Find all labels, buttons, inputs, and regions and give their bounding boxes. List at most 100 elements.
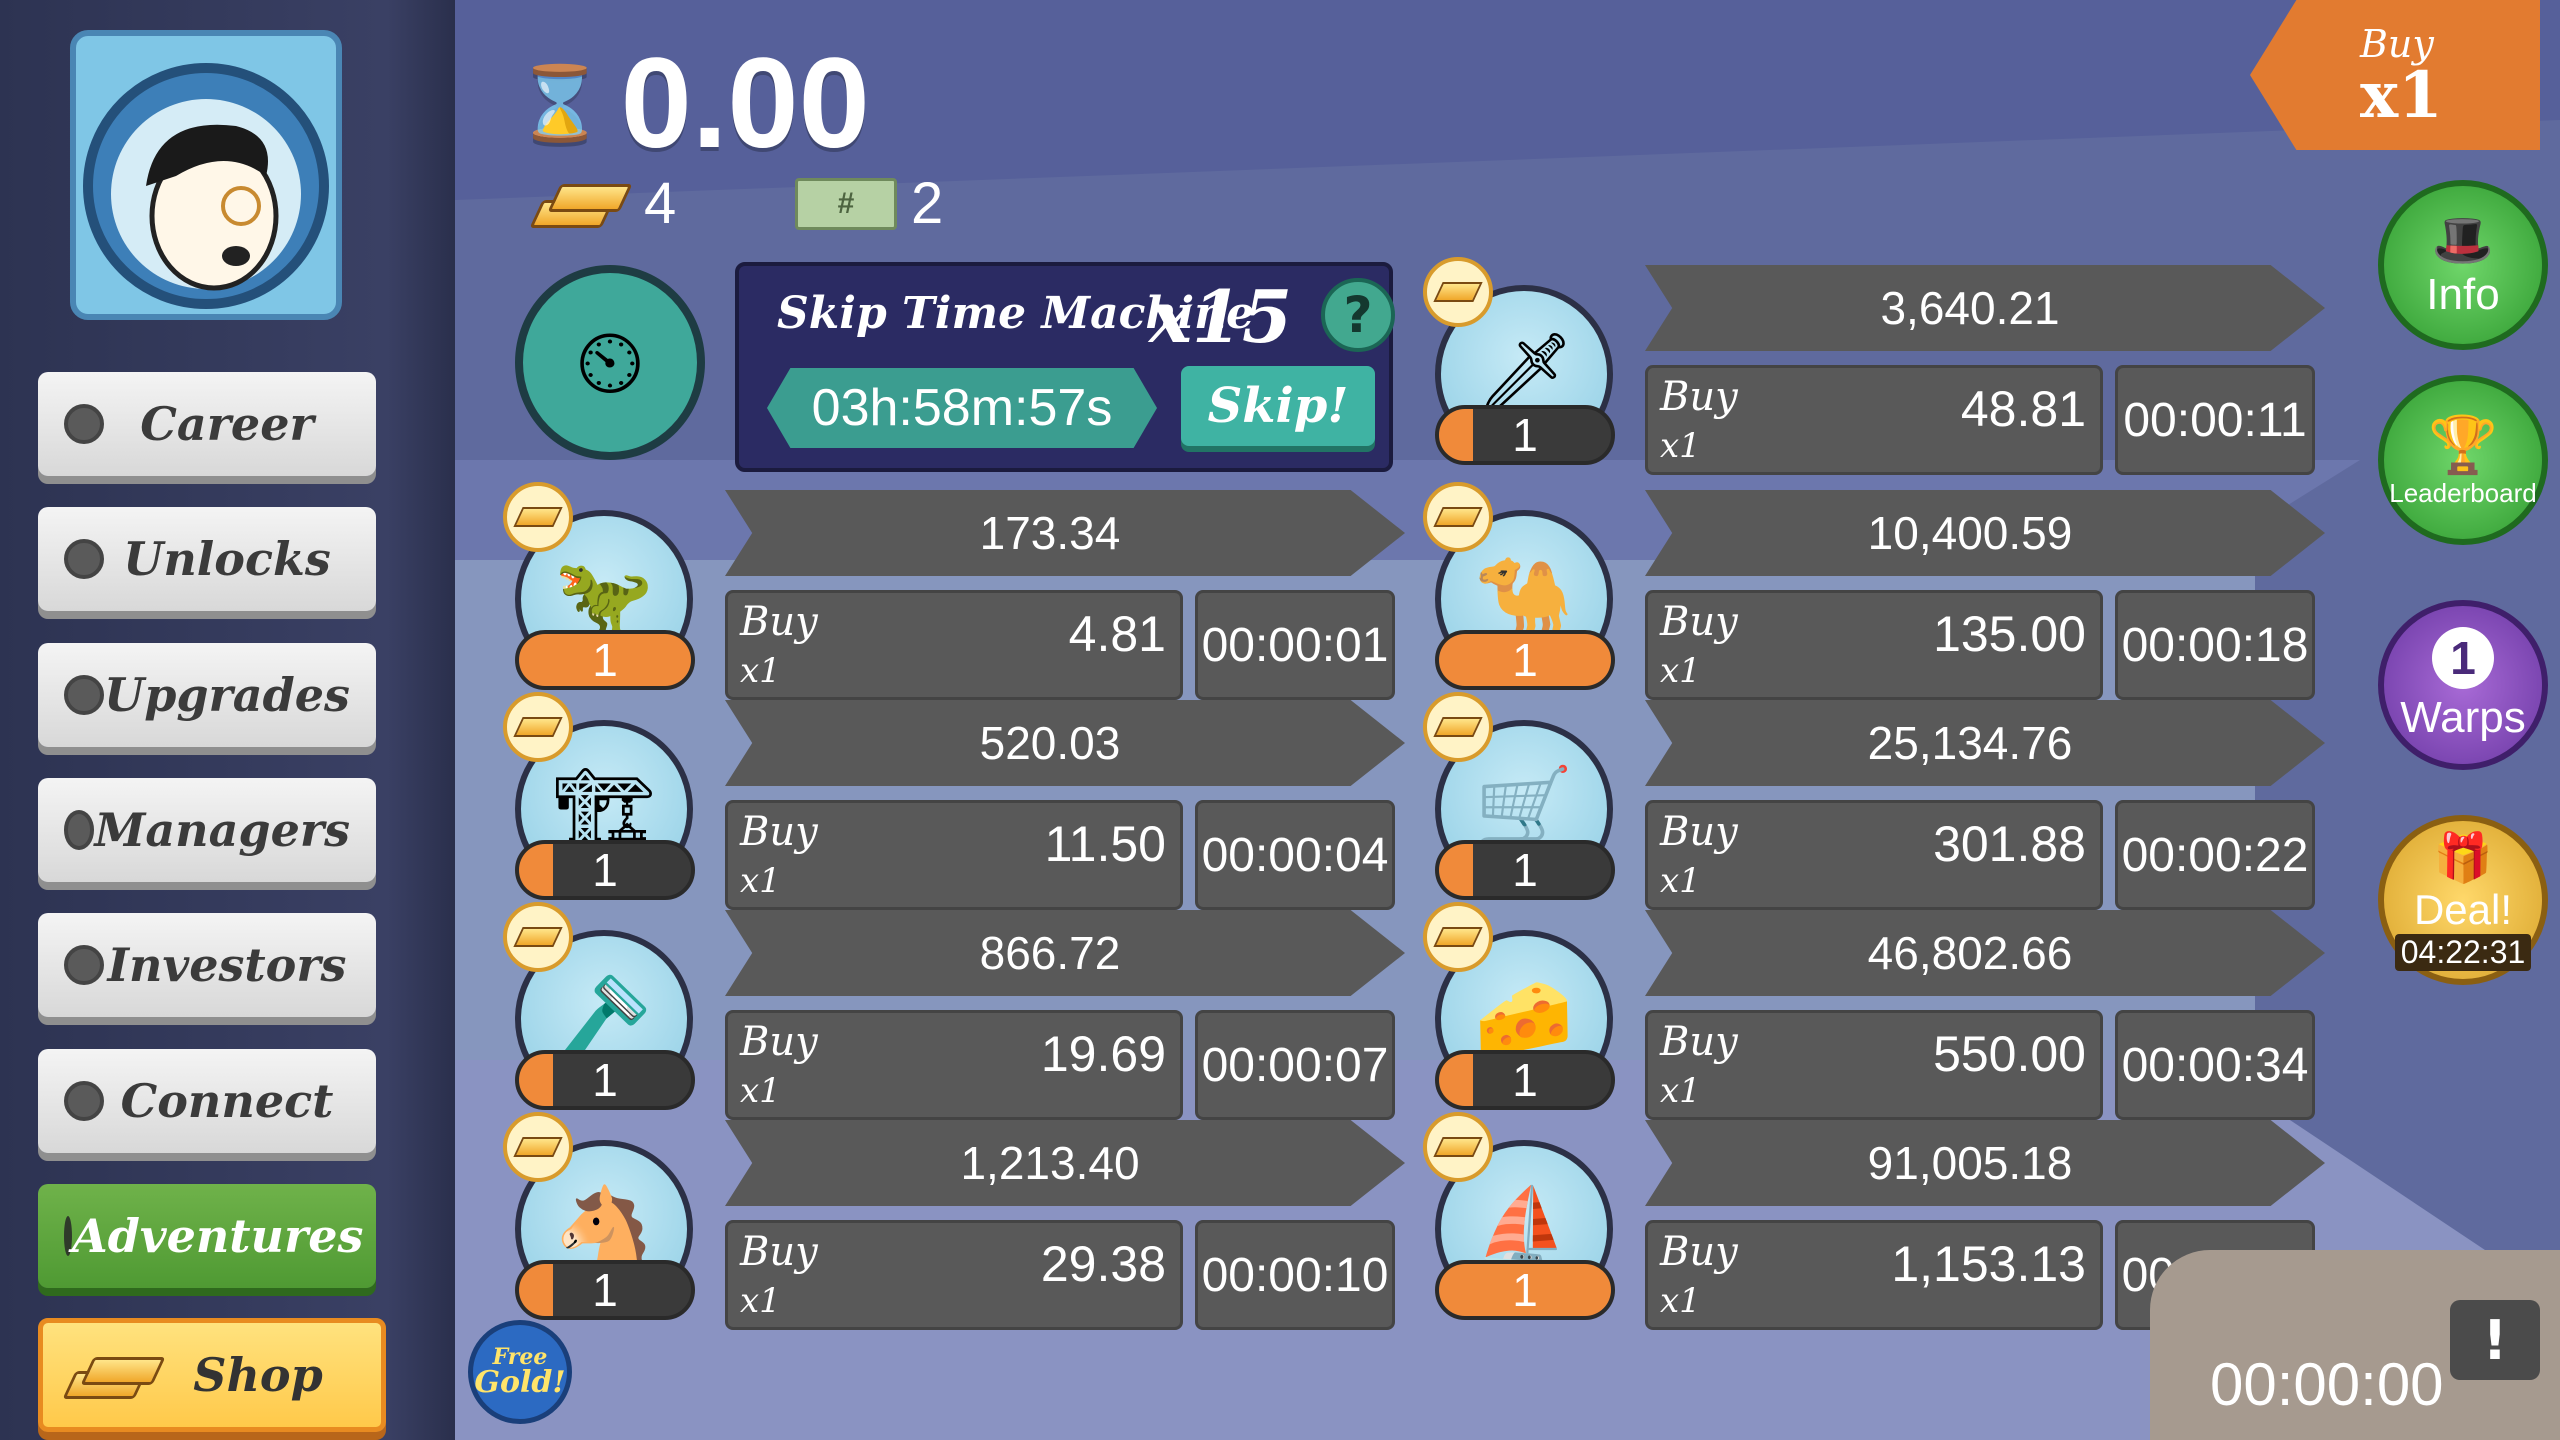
- owned-count: 1: [592, 844, 618, 896]
- nav-shop[interactable]: Shop: [38, 1318, 386, 1432]
- gold-coin-icon[interactable]: [1423, 902, 1493, 972]
- nav-career[interactable]: Career: [38, 372, 376, 476]
- buy-cost: 48.81: [1960, 381, 2086, 437]
- buy-button[interactable]: Buy x1 4.81: [725, 590, 1183, 700]
- buy-button[interactable]: Buy x1 48.81: [1645, 365, 2103, 475]
- warps-button[interactable]: 1 Warps: [2378, 600, 2548, 770]
- buy-label: Buy: [740, 1229, 818, 1275]
- business-row: 🐪 1 10,400.59 Buy x1 135.00 00:00:18: [1423, 482, 2335, 700]
- buy-cost: 1,153.13: [1891, 1236, 2086, 1292]
- owned-count: 1: [1512, 1264, 1538, 1316]
- buy-cost: 11.50: [1044, 816, 1166, 872]
- cash-value: 0.00: [620, 32, 870, 175]
- leaderboard-label: Leaderboard: [2389, 477, 2537, 508]
- nav-indicator: [64, 810, 95, 850]
- gold-count: 4: [644, 171, 677, 236]
- business-row: 🏗 1 520.03 Buy x1 11.50 00:00:04: [503, 692, 1415, 910]
- nav-unlocks[interactable]: Unlocks: [38, 507, 376, 611]
- buy-button[interactable]: Buy x1 29.38: [725, 1220, 1183, 1330]
- nav-label: Adventures: [72, 1209, 364, 1263]
- buy-button[interactable]: Buy x1 11.50: [725, 800, 1183, 910]
- buy-button[interactable]: Buy x1 1,153.13: [1645, 1220, 2103, 1330]
- ticket-icon: #: [795, 177, 897, 230]
- buy-cost: 29.38: [1040, 1236, 1166, 1292]
- owned-progress: 1: [515, 1050, 695, 1110]
- buy-button[interactable]: Buy x1 550.00: [1645, 1010, 2103, 1120]
- owned-progress: 1: [515, 840, 695, 900]
- nav-managers[interactable]: Managers: [38, 778, 376, 882]
- gold-counter: 4: [529, 170, 677, 237]
- tv-timer: 00:00:00: [2210, 1351, 2444, 1418]
- avatar[interactable]: [70, 30, 342, 320]
- time-machine-icon[interactable]: ⏲: [515, 265, 705, 460]
- tv-alert-icon[interactable]: !: [2450, 1300, 2540, 1380]
- nav-upgrades[interactable]: Upgrades: [38, 643, 376, 747]
- buy-multiplier-tag[interactable]: Buy x1: [2250, 0, 2540, 150]
- gold-coin-icon[interactable]: [1423, 482, 1493, 552]
- owned-count: 1: [592, 1054, 618, 1106]
- buy-button[interactable]: Buy x1 19.69: [725, 1010, 1183, 1120]
- buy-label: Buy: [740, 809, 818, 855]
- deal-label: Deal!: [2413, 886, 2513, 933]
- nav-indicator: [64, 539, 104, 579]
- nav-indicator: [64, 1216, 72, 1256]
- owned-count: 1: [592, 1264, 618, 1316]
- owned-count: 1: [1512, 634, 1538, 686]
- business-row: 🐴 1 1,213.40 Buy x1 29.38 00:00:10: [503, 1112, 1415, 1330]
- top-hat-icon: 🎩: [2431, 211, 2495, 268]
- gold-coin-icon[interactable]: [503, 902, 573, 972]
- cycle-timer: 00:00:10: [1195, 1220, 1395, 1330]
- hourglass-icon: ⌛: [515, 64, 605, 144]
- nav-label: Investors: [107, 938, 347, 992]
- warps-label: Warps: [2400, 693, 2526, 742]
- info-button[interactable]: 🎩 Info: [2378, 180, 2548, 350]
- nav-indicator: [64, 945, 104, 985]
- gold-coin-icon[interactable]: [1423, 1112, 1493, 1182]
- gold-coin-icon[interactable]: [503, 692, 573, 762]
- buy-button[interactable]: Buy x1 135.00: [1645, 590, 2103, 700]
- buy-quantity: x1: [1660, 1281, 1701, 1321]
- nav-connect[interactable]: Connect: [38, 1049, 376, 1153]
- buy-cost: 135.00: [1933, 606, 2086, 662]
- buy-label: Buy: [1660, 1019, 1738, 1065]
- business-row: 🛒 1 25,134.76 Buy x1 301.88 00:00:22: [1423, 692, 2335, 910]
- buy-quantity: x1: [740, 861, 781, 901]
- cash-display: ⌛ 0.00: [515, 30, 870, 177]
- revenue-bar: 866.72: [725, 910, 1405, 996]
- buy-button[interactable]: Buy x1 301.88: [1645, 800, 2103, 910]
- buy-tag-multiplier: x1: [2360, 58, 2443, 133]
- buy-label: Buy: [1660, 1229, 1738, 1275]
- buy-quantity: x1: [740, 651, 781, 691]
- buy-quantity: x1: [1660, 426, 1701, 466]
- cycle-timer: 00:00:18: [2115, 590, 2315, 700]
- tickets-counter: # 2: [795, 170, 943, 237]
- free-gold-button[interactable]: Free Gold!: [468, 1320, 572, 1424]
- tickets-count: 2: [911, 171, 944, 236]
- skip-time-machine-panel: Skip Time Machine x15 ? 03h:58m:57s Skip…: [735, 262, 1395, 472]
- nav-investors[interactable]: Investors: [38, 913, 376, 1017]
- gold-coin-icon[interactable]: [1423, 257, 1493, 327]
- gold-coin-icon[interactable]: [503, 482, 573, 552]
- skip-multiplier: x15: [1149, 274, 1293, 359]
- deal-button[interactable]: 🎁 Deal! 04:22:31: [2378, 815, 2548, 985]
- gold-coin-icon[interactable]: [503, 1112, 573, 1182]
- nav-adventures[interactable]: Adventures: [38, 1184, 376, 1288]
- cycle-timer: 00:00:22: [2115, 800, 2315, 910]
- nav-indicator: [64, 404, 104, 444]
- help-icon[interactable]: ?: [1321, 278, 1395, 352]
- cycle-timer: 00:00:01: [1195, 590, 1395, 700]
- buy-cost: 301.88: [1933, 816, 2086, 872]
- revenue-bar: 25,134.76: [1645, 700, 2325, 786]
- leaderboard-button[interactable]: 🏆 Leaderboard: [2378, 375, 2548, 545]
- skip-button[interactable]: Skip!: [1181, 366, 1375, 446]
- nav-label: Career: [140, 397, 314, 451]
- tv-ad-panel[interactable]: 00:00:00 !: [2150, 1250, 2560, 1440]
- revenue-bar: 10,400.59: [1645, 490, 2325, 576]
- revenue-bar: 91,005.18: [1645, 1120, 2325, 1206]
- nav-indicator: [64, 675, 104, 715]
- buy-quantity: x1: [1660, 651, 1701, 691]
- deal-timer: 04:22:31: [2394, 934, 2532, 971]
- buy-label: Buy: [1660, 599, 1738, 645]
- gold-coin-icon[interactable]: [1423, 692, 1493, 762]
- cycle-timer: 00:00:11: [2115, 365, 2315, 475]
